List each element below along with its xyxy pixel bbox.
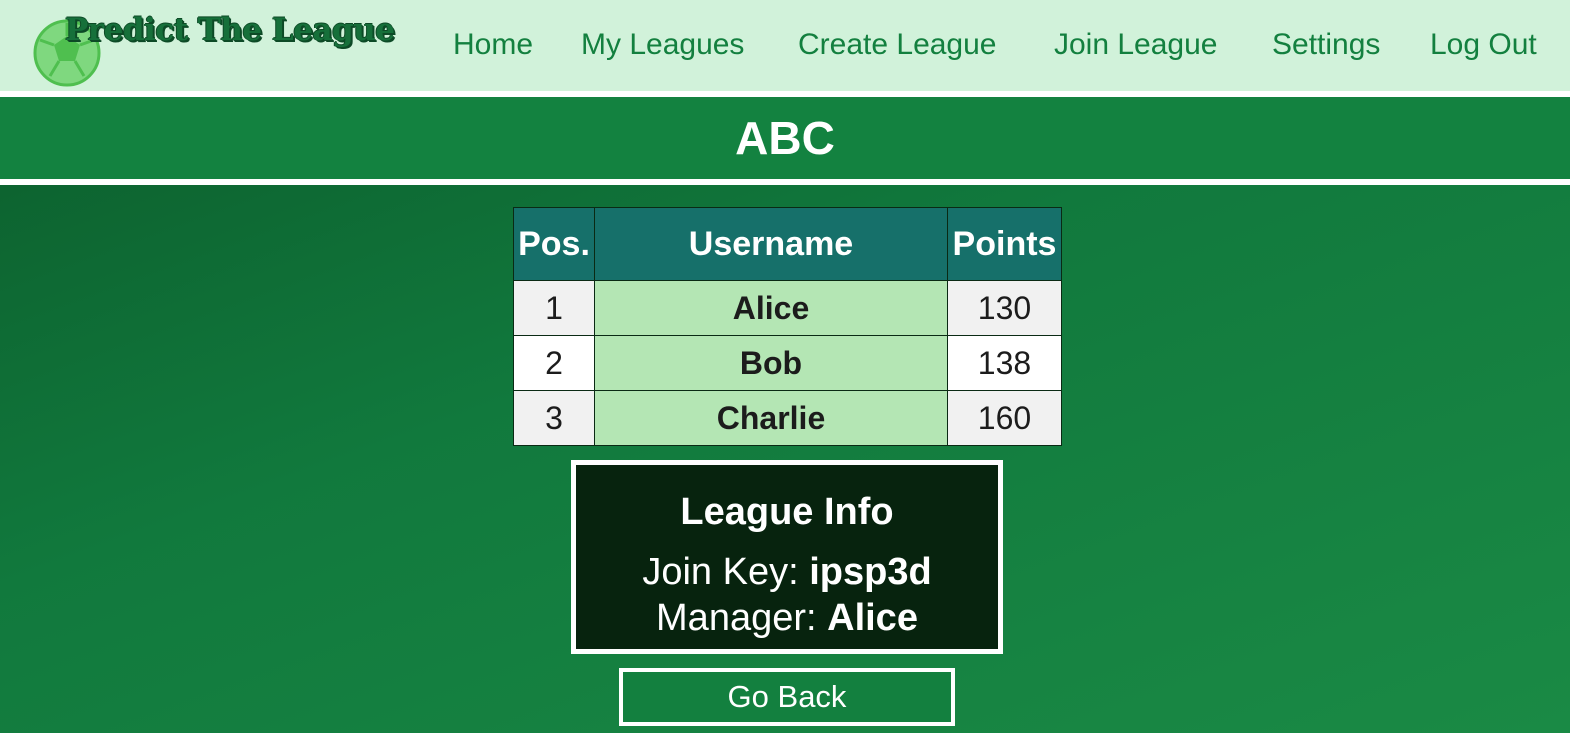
manager-label: Manager: <box>656 597 828 639</box>
standings-table: Pos. Username Points 1 Alice 130 2 Bob 1… <box>513 207 1062 446</box>
main-nav: Home My Leagues Create League Join Leagu… <box>0 27 1570 67</box>
title-divider <box>0 179 1570 185</box>
nav-settings[interactable]: Settings <box>1272 27 1380 63</box>
table-row: 3 Charlie 160 <box>513 390 1062 446</box>
table-row: 2 Bob 138 <box>513 335 1062 391</box>
cell-points: 160 <box>947 390 1062 446</box>
league-info-panel: League Info Join Key: ipsp3d Manager: Al… <box>571 460 1003 654</box>
join-key-line: Join Key: ipsp3d <box>576 549 998 595</box>
column-header-username: Username <box>594 207 948 281</box>
column-header-pos: Pos. <box>513 207 595 281</box>
nav-create-league[interactable]: Create League <box>798 27 997 63</box>
cell-points: 138 <box>947 335 1062 391</box>
manager-value: Alice <box>827 597 918 639</box>
nav-join-league[interactable]: Join League <box>1054 27 1217 63</box>
column-header-points: Points <box>947 207 1062 281</box>
league-info-title: League Info <box>680 491 894 533</box>
nav-home[interactable]: Home <box>453 27 533 63</box>
cell-username: Charlie <box>594 390 948 446</box>
nav-my-leagues[interactable]: My Leagues <box>581 27 744 63</box>
site-header: Predict The League Home My Leagues Creat… <box>0 0 1570 91</box>
go-back-button[interactable]: Go Back <box>619 668 955 726</box>
league-title-band: ABC <box>0 97 1570 179</box>
cell-username: Bob <box>594 335 948 391</box>
cell-pos: 2 <box>513 335 595 391</box>
cell-pos: 1 <box>513 280 595 336</box>
cell-points: 130 <box>947 280 1062 336</box>
nav-log-out[interactable]: Log Out <box>1430 27 1537 63</box>
join-key-label: Join Key: <box>642 551 810 593</box>
table-header-row: Pos. Username Points <box>513 207 1062 281</box>
manager-line: Manager: Alice <box>576 595 998 641</box>
table-row: 1 Alice 130 <box>513 280 1062 336</box>
league-title: ABC <box>735 112 835 164</box>
cell-username: Alice <box>594 280 948 336</box>
join-key-value: ipsp3d <box>809 551 932 593</box>
cell-pos: 3 <box>513 390 595 446</box>
